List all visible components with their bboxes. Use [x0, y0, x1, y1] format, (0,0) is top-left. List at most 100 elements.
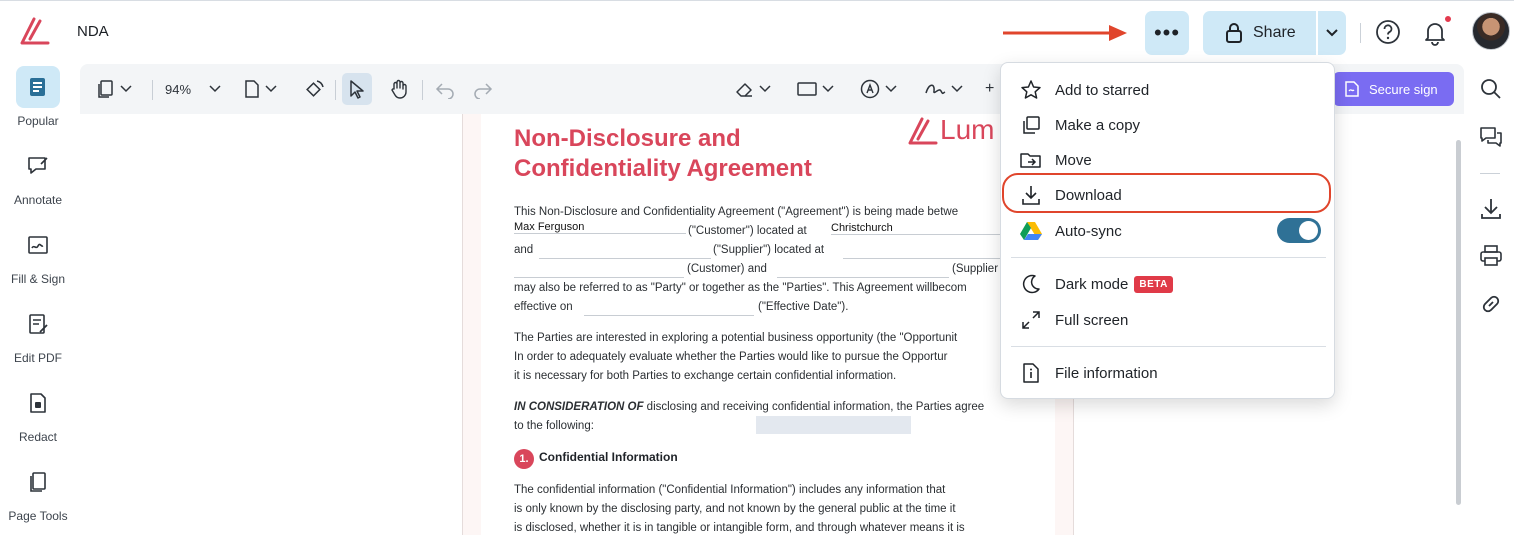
print-icon[interactable] [1478, 243, 1504, 269]
chevron-down-icon [209, 85, 221, 93]
chevron-down-icon [822, 85, 834, 93]
edit-pdf-icon [29, 314, 48, 334]
pdf-blank-field[interactable] [777, 277, 949, 278]
menu-item-full-screen[interactable]: Full screen [1001, 303, 1334, 337]
pdf-line: IN CONSIDERATION OF disclosing and recei… [514, 398, 984, 417]
menu-item-label: Move [1055, 151, 1092, 169]
stamp-tool-button[interactable] [859, 77, 897, 101]
secure-sign-button[interactable]: Secure sign [1333, 72, 1454, 106]
form-field-box[interactable] [756, 416, 911, 434]
sidebar-item-redact[interactable]: Redact [0, 382, 76, 444]
pdf-line: ("Customer") located at [688, 225, 807, 237]
pdf-line: This Non-Disclosure and Confidentiality … [514, 206, 959, 218]
chevron-down-icon [759, 85, 771, 93]
eraser-tool-button[interactable] [733, 77, 771, 101]
left-sidebar: Popular Annotate Fill & Sign Edit PDF Re… [0, 62, 76, 535]
cursor-icon [350, 80, 364, 99]
more-options-button[interactable]: ••• [1145, 11, 1189, 55]
annotation-arrow-icon [1003, 25, 1127, 41]
pdf-line: (Customer) and [687, 263, 767, 275]
top-bar: NDA ••• Share [0, 0, 1514, 62]
menu-item-file-information[interactable]: File information [1001, 356, 1334, 390]
divider [1360, 23, 1361, 43]
pdf-line: In order to adequately evaluate whether … [514, 351, 948, 363]
stamp-icon [860, 79, 880, 99]
download-icon[interactable] [1478, 196, 1504, 222]
section-number-badge: 1. [514, 449, 534, 469]
pdf-line-rest: disclosing and receiving confidential in… [643, 401, 985, 413]
pdf-line: effective on [514, 301, 573, 313]
notification-dot [1443, 14, 1453, 24]
hand-icon [391, 79, 407, 99]
pdf-title: Non-Disclosure and Confidentiality Agree… [514, 124, 812, 184]
shape-tool-button[interactable] [796, 77, 834, 101]
signature-tool-button[interactable] [923, 77, 963, 101]
select-tool-button[interactable] [342, 73, 372, 105]
search-icon[interactable] [1478, 76, 1504, 102]
customer-name-field[interactable]: Max Ferguson [514, 221, 686, 234]
menu-item-make-a-copy[interactable]: Make a copy [1001, 108, 1334, 142]
pdf-lumin-logo: Lum [906, 114, 994, 147]
redo-button[interactable] [472, 77, 494, 101]
pdf-line: it is necessary for both Parties to exch… [514, 370, 897, 382]
pdf-line: and [514, 244, 534, 256]
sidebar-item-label: Edit PDF [13, 351, 62, 365]
menu-item-label: Add to starred [1055, 81, 1150, 99]
hand-tool-button[interactable] [388, 77, 410, 101]
supplier-name-field[interactable] [539, 258, 711, 259]
plus-icon: + [985, 80, 995, 97]
page-icon [245, 80, 259, 98]
secure-sign-label: Secure sign [1369, 81, 1438, 97]
pdf-page[interactable]: Non-Disclosure and Confidentiality Agree… [481, 114, 1055, 535]
sidebar-item-popular[interactable]: Popular [0, 66, 76, 128]
more-tools-button[interactable]: + [985, 77, 994, 101]
comments-icon[interactable] [1478, 124, 1504, 150]
pdf-line: The confidential information ("Confident… [514, 484, 946, 496]
menu-divider [1011, 346, 1326, 347]
avatar[interactable] [1472, 12, 1510, 50]
divider [152, 80, 153, 100]
rotate-button[interactable] [303, 77, 325, 101]
download-highlight-outline [1002, 173, 1331, 213]
menu-item-label: Full screen [1055, 311, 1129, 329]
undo-button[interactable] [434, 77, 456, 101]
menu-item-move[interactable]: Move [1001, 143, 1334, 177]
pdf-line: is disclosed, whether it is in tangible … [514, 522, 965, 534]
pdf-blank-field[interactable] [514, 277, 684, 278]
link-icon[interactable] [1478, 291, 1504, 317]
menu-item-dark-mode[interactable]: Dark mode BETA [1001, 267, 1334, 301]
pdf-title-line2: Confidentiality Agreement [514, 155, 812, 182]
zoom-select[interactable]: 94% [165, 77, 221, 101]
sidebar-item-edit-pdf[interactable]: Edit PDF [0, 303, 76, 365]
zoom-level: 94% [165, 81, 192, 97]
sidebar-item-page-tools[interactable]: Page Tools [0, 461, 76, 523]
pdf-logo-text: Lum [940, 114, 995, 145]
sidebar-item-label: Fill & Sign [10, 272, 66, 286]
rotate-icon [306, 80, 324, 97]
annotate-icon [28, 157, 48, 174]
share-dropdown-button[interactable] [1318, 11, 1346, 55]
page-view-button[interactable] [243, 77, 277, 101]
pdf-line: ("Supplier") located at [713, 244, 825, 256]
document-menu-button[interactable] [96, 77, 132, 101]
sidebar-item-label: Annotate [13, 193, 63, 207]
auto-sync-toggle[interactable] [1277, 218, 1321, 243]
menu-item-label: Auto-sync [1055, 222, 1122, 240]
fill-sign-icon [28, 236, 48, 254]
sidebar-item-fill-sign[interactable]: Fill & Sign [0, 224, 76, 286]
sidebar-item-annotate[interactable]: Annotate [0, 145, 76, 207]
share-label: Share [1253, 24, 1296, 41]
document-title[interactable]: NDA [77, 23, 109, 40]
divider [422, 80, 423, 100]
menu-item-add-to-starred[interactable]: Add to starred [1001, 73, 1334, 107]
help-icon[interactable] [1375, 19, 1401, 45]
pdf-line: may also be referred to as "Party" or to… [514, 282, 967, 294]
vertical-scrollbar[interactable] [1456, 140, 1461, 505]
menu-item-label: Dark mode [1055, 275, 1129, 293]
lock-icon [1226, 23, 1242, 43]
effective-date-field[interactable] [584, 315, 754, 316]
share-button[interactable]: Share [1203, 11, 1316, 55]
document-copy-icon [98, 80, 113, 98]
lumin-logo-icon[interactable] [18, 17, 52, 47]
divider [1480, 173, 1500, 174]
